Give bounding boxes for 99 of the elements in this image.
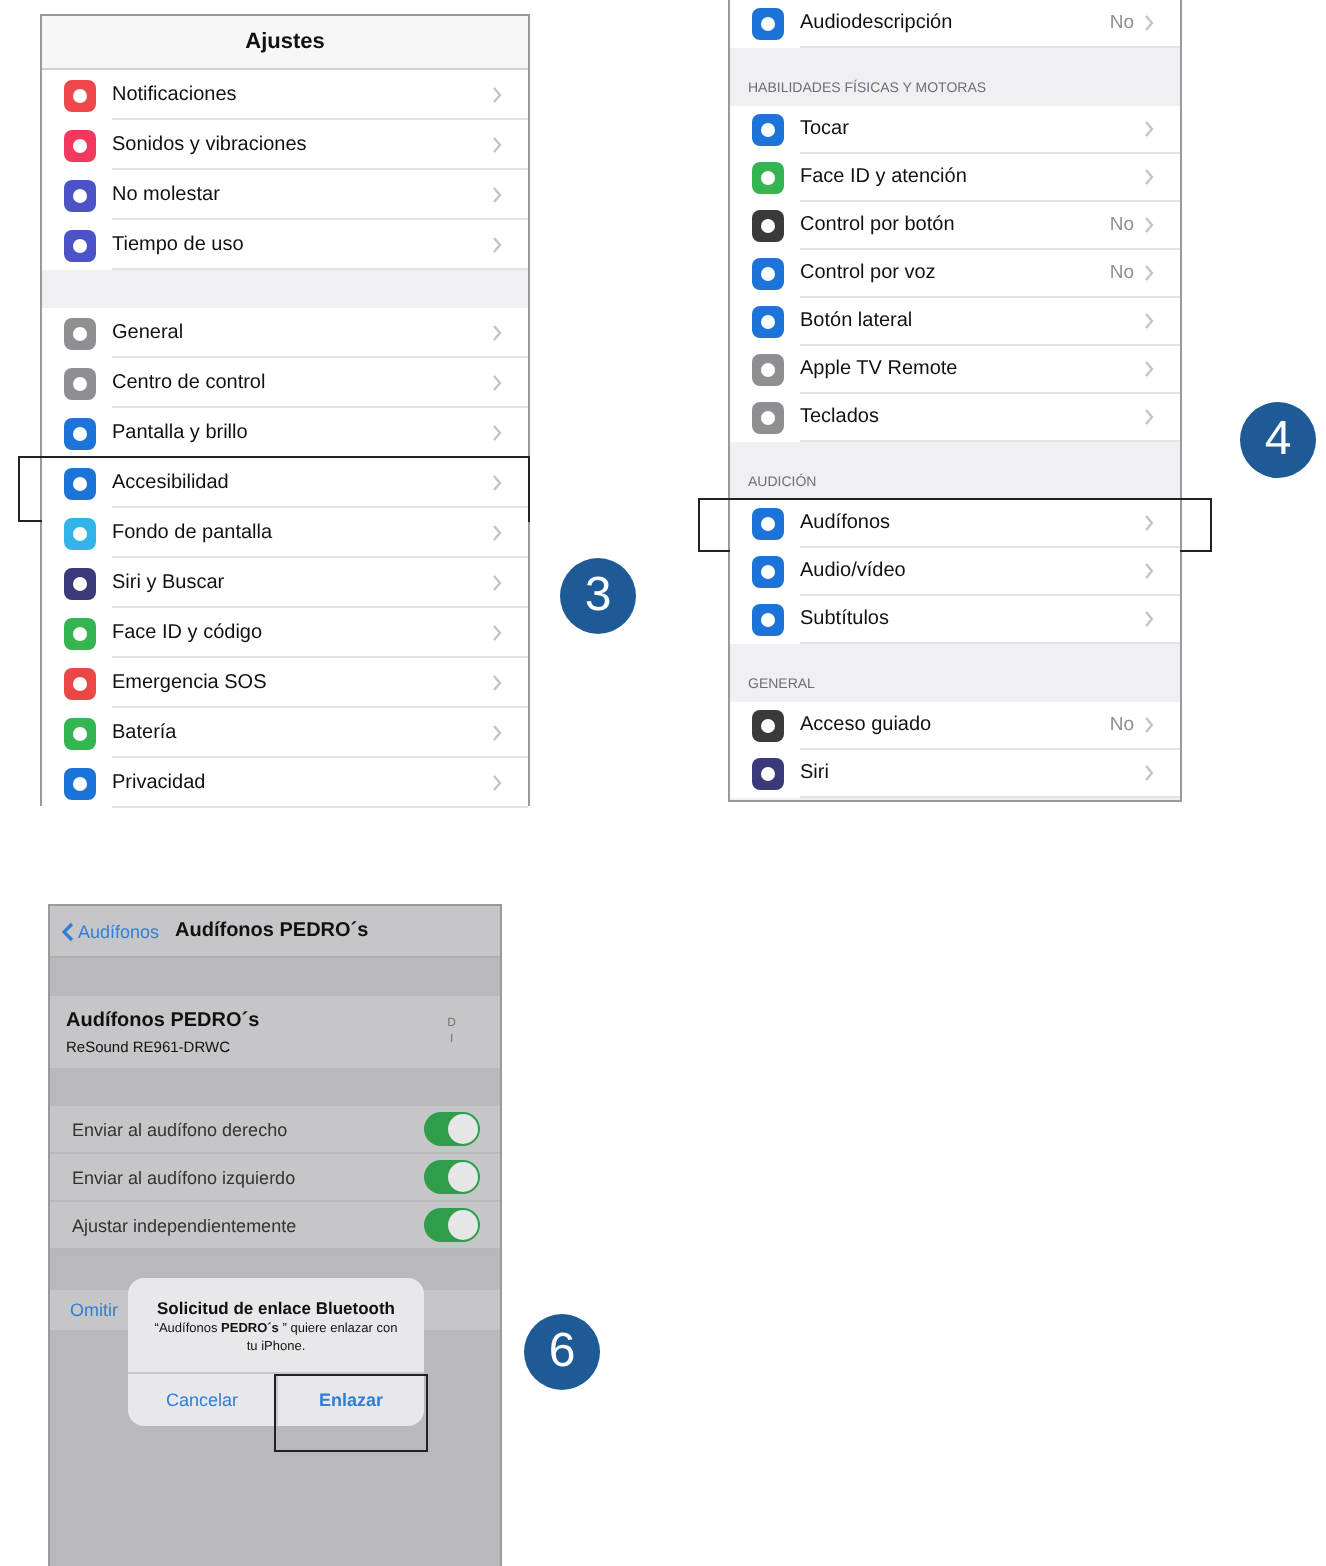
- list-row[interactable]: Accesibilidad: [42, 458, 528, 508]
- list-row[interactable]: Pantalla y brillo: [42, 408, 528, 458]
- device-name: Audífonos PEDRO´s: [66, 1009, 262, 1031]
- chevron-icon: [492, 323, 502, 341]
- list-row[interactable]: Fondo de pantalla: [42, 508, 528, 558]
- chevron-icon: [492, 373, 502, 391]
- list-row[interactable]: Apple TV Remote: [730, 346, 1180, 394]
- list-row[interactable]: Control por botón No: [730, 202, 1180, 250]
- screen-title: Audífonos PEDRO´s: [175, 920, 369, 942]
- list-row[interactable]: Audio/vídeo: [730, 548, 1180, 596]
- chevron-icon: [492, 623, 502, 641]
- chevron-icon: [492, 773, 502, 791]
- step-number: 3: [560, 558, 636, 634]
- row-label: Fondo de pantalla: [112, 521, 275, 543]
- list-row[interactable]: Siri: [730, 750, 1180, 798]
- chevron-icon: [1144, 360, 1154, 378]
- row-label: Audio/vídeo: [800, 560, 908, 582]
- row-label: Centro de control: [112, 371, 268, 393]
- row-label: Accesibilidad: [112, 471, 231, 493]
- toggle-label: Enviar al audífono izquierdo: [72, 1167, 298, 1187]
- chevron-icon: [1144, 716, 1154, 734]
- toggle-switch[interactable]: [424, 1208, 480, 1242]
- chevron-icon: [492, 473, 502, 491]
- list-row[interactable]: Tiempo de uso: [42, 220, 528, 270]
- row-label: Subtítulos: [800, 608, 891, 630]
- chevron-icon: [492, 185, 502, 203]
- list-row[interactable]: Audiodescripción No: [730, 0, 1180, 48]
- chevron-icon: [1144, 610, 1154, 628]
- chevron-icon: [1144, 312, 1154, 330]
- toggle-label: Ajustar independientemente: [72, 1215, 299, 1235]
- list-row[interactable]: Teclados: [730, 394, 1180, 442]
- list-row[interactable]: Notificaciones: [42, 70, 528, 120]
- row-value: No: [1109, 12, 1134, 34]
- chevron-icon: [492, 85, 502, 103]
- list-row[interactable]: Siri y Buscar: [42, 558, 528, 608]
- chevron-icon: [1144, 14, 1154, 32]
- list-row[interactable]: Emergencia SOS: [42, 658, 528, 708]
- step-number: 6: [524, 1314, 600, 1390]
- list-row[interactable]: Subtítulos: [730, 596, 1180, 644]
- row-value: No: [1109, 714, 1134, 736]
- row-label: Botón lateral: [800, 310, 915, 332]
- row-value: No: [1109, 262, 1134, 284]
- step-number: 4: [1240, 402, 1316, 478]
- chevron-icon: [1144, 264, 1154, 282]
- list-row[interactable]: No molestar: [42, 170, 528, 220]
- row-label: Tocar: [800, 118, 851, 140]
- screen-title: Ajustes: [42, 16, 528, 70]
- chevron-icon: [492, 235, 502, 253]
- list-row[interactable]: Acceso guiado No: [730, 702, 1180, 750]
- toggle-label: Enviar al audífono derecho: [72, 1119, 290, 1139]
- row-label: Audiodescripción: [800, 12, 955, 34]
- list-row[interactable]: Control por voz No: [730, 250, 1180, 298]
- row-label: Batería: [112, 721, 179, 743]
- chevron-icon: [492, 523, 502, 541]
- list-row[interactable]: Tocar: [730, 106, 1180, 154]
- list-row[interactable]: General: [42, 308, 528, 358]
- row-label: Siri: [800, 762, 831, 784]
- row-label: Sonidos y vibraciones: [112, 133, 309, 155]
- list-row[interactable]: Botón lateral: [730, 298, 1180, 346]
- chevron-icon: [492, 573, 502, 591]
- chevron-icon: [1144, 216, 1154, 234]
- row-label: Privacidad: [112, 771, 208, 793]
- back-chevron-icon: [62, 921, 74, 941]
- list-row[interactable]: Face ID y atención: [730, 154, 1180, 202]
- row-value: No: [1109, 214, 1134, 236]
- chevron-icon: [1144, 120, 1154, 138]
- row-label: Notificaciones: [112, 83, 239, 105]
- chevron-icon: [492, 135, 502, 153]
- chevron-icon: [492, 423, 502, 441]
- list-row[interactable]: Batería: [42, 708, 528, 758]
- chevron-icon: [1144, 408, 1154, 426]
- row-label: Face ID y código: [112, 621, 265, 643]
- row-label: No molestar: [112, 183, 222, 205]
- row-label: Acceso guiado: [800, 714, 934, 736]
- list-row[interactable]: Privacidad: [42, 758, 528, 808]
- row-label: Control por botón: [800, 214, 957, 236]
- list-row[interactable]: Face ID y código: [42, 608, 528, 658]
- row-label: Audífonos: [800, 512, 893, 534]
- row-label: Control por voz: [800, 262, 938, 284]
- list-row[interactable]: Audífonos: [730, 500, 1180, 548]
- chevron-icon: [1144, 168, 1154, 186]
- row-label: Tiempo de uso: [112, 233, 246, 255]
- row-label: Pantalla y brillo: [112, 421, 250, 443]
- row-label: Apple TV Remote: [800, 358, 960, 380]
- toggle-switch[interactable]: [424, 1160, 480, 1194]
- row-label: Emergencia SOS: [112, 671, 269, 693]
- chevron-icon: [1144, 562, 1154, 580]
- toggle-switch[interactable]: [424, 1112, 480, 1146]
- chevron-icon: [492, 673, 502, 691]
- chevron-icon: [492, 723, 502, 741]
- chevron-icon: [1144, 764, 1154, 782]
- row-label: General: [112, 321, 186, 343]
- alert-title: Solicitud de enlace Bluetooth: [154, 1296, 397, 1322]
- chevron-icon: [1144, 514, 1154, 532]
- row-label: Siri y Buscar: [112, 571, 227, 593]
- row-label: Face ID y atención: [800, 166, 969, 188]
- list-row[interactable]: Sonidos y vibraciones: [42, 120, 528, 170]
- list-row[interactable]: Centro de control: [42, 358, 528, 408]
- row-label: Teclados: [800, 406, 881, 428]
